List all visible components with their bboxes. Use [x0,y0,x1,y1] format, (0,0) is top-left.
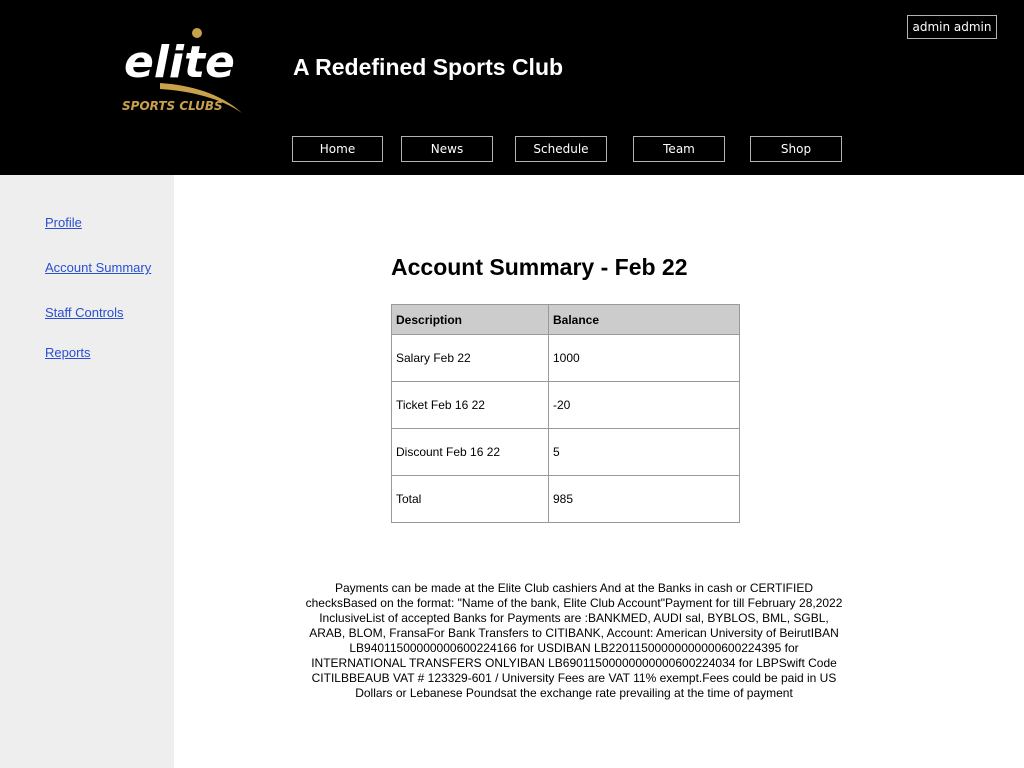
row-description: Discount Feb 16 22 [391,428,549,476]
sidebar: Profile Account Summary Staff Controls R… [0,175,174,768]
account-summary-table: Description Balance Salary Feb 22 1000 T… [391,304,740,523]
table-row: Ticket Feb 16 22 -20 [391,381,740,429]
column-header-description: Description [391,304,549,335]
nav-team-button[interactable]: Team [633,136,725,162]
logo-subtitle: SPORTS CLUBS [122,99,223,113]
elite-sports-clubs-logo[interactable]: elite SPORTS CLUBS [120,25,270,120]
table-header-row: Description Balance [391,304,740,335]
row-balance: -20 [548,381,740,429]
row-balance: 5 [548,428,740,476]
nav-schedule-button[interactable]: Schedule [515,136,607,162]
table-row: Discount Feb 16 22 5 [391,428,740,476]
row-description: Total [391,475,549,523]
payment-instructions: Payments can be made at the Elite Club c… [305,581,843,700]
main-content: Account Summary - Feb 22 Description Bal… [174,175,1024,768]
nav-home-button[interactable]: Home [292,136,383,162]
page-title: Account Summary - Feb 22 [391,254,688,280]
table-row-total: Total 985 [391,475,740,523]
row-description: Ticket Feb 16 22 [391,381,549,429]
row-balance: 985 [548,475,740,523]
row-description: Salary Feb 22 [391,334,549,382]
sidebar-item-reports[interactable]: Reports [45,345,91,360]
sidebar-item-account-summary[interactable]: Account Summary [45,260,151,275]
column-header-balance: Balance [548,304,740,335]
nav-shop-button[interactable]: Shop [750,136,842,162]
logo-wordmark: elite [124,37,235,88]
user-menu-button[interactable]: admin admin [907,15,997,39]
site-header: elite SPORTS CLUBS A Redefined Sports Cl… [0,0,1024,175]
row-balance: 1000 [548,334,740,382]
sidebar-item-profile[interactable]: Profile [45,215,82,230]
sidebar-item-staff-controls[interactable]: Staff Controls [45,305,124,320]
nav-news-button[interactable]: News [401,136,493,162]
site-title: A Redefined Sports Club [293,54,564,80]
table-row: Salary Feb 22 1000 [391,334,740,382]
